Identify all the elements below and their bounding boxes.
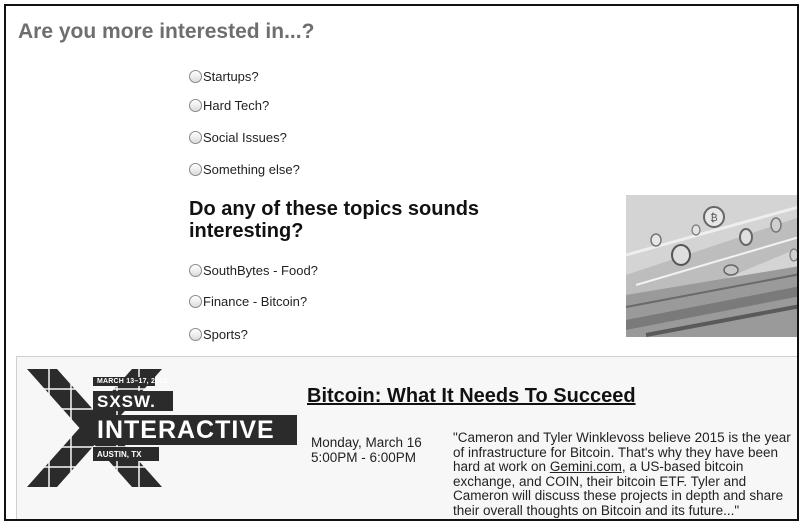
radio-option-southbytes-food[interactable]: SouthBytes - Food? — [189, 260, 318, 280]
option-label: SouthBytes - Food? — [203, 262, 318, 278]
radio-option-startups[interactable]: Startups? — [189, 66, 259, 86]
radio-option-something-else[interactable]: Something else? — [189, 159, 300, 179]
event-date: Monday, March 16 — [311, 435, 422, 450]
logo-location: AUSTIN, TX — [97, 450, 142, 459]
radio-button[interactable] — [189, 130, 202, 144]
radio-button[interactable] — [189, 327, 202, 341]
logo-dates: MARCH 13–17, 2015 — [97, 378, 168, 385]
radio-option-social-issues[interactable]: Social Issues? — [189, 127, 287, 147]
radio-option-finance-bitcoin[interactable]: Finance - Bitcoin? — [189, 291, 307, 311]
logo-product: INTERACTIVE — [97, 416, 275, 444]
question-heading-interests: Are you more interested in...? — [18, 20, 315, 43]
option-label: Social Issues? — [203, 129, 287, 145]
logo-brand: SXSW. — [97, 392, 156, 411]
bitcoin-illustration-graphic: ₿ — [626, 195, 797, 337]
option-label: Hard Tech? — [203, 97, 270, 113]
radio-button[interactable] — [189, 263, 202, 277]
event-title-link[interactable]: Bitcoin: What It Needs To Succeed — [307, 385, 636, 408]
question-heading-topics: Do any of these topics sounds interestin… — [189, 198, 480, 242]
event-time: 5:00PM - 6:00PM — [311, 450, 417, 465]
option-label: Startups? — [203, 68, 259, 84]
event-datetime: Monday, March 16 5:00PM - 6:00PM — [311, 435, 422, 465]
sxsw-interactive-logo: MARCH 13–17, 2015 SXSW. INTERACTIVE AUST… — [27, 369, 297, 487]
event-description: "Cameron and Tyler Winklevoss believe 20… — [453, 430, 797, 518]
survey-page: Are you more interested in...? Startups?… — [4, 4, 799, 521]
radio-option-hard-tech[interactable]: Hard Tech? — [189, 95, 269, 115]
radio-button[interactable] — [189, 69, 202, 83]
radio-option-sports[interactable]: Sports? — [189, 324, 248, 344]
radio-button[interactable] — [189, 98, 202, 112]
radio-button[interactable] — [189, 162, 202, 176]
option-label: Something else? — [203, 161, 300, 177]
option-label: Finance - Bitcoin? — [203, 293, 308, 309]
svg-text:₿: ₿ — [710, 212, 717, 224]
bitcoin-illustration-image: ₿ — [626, 195, 797, 337]
option-label: Sports? — [203, 326, 248, 342]
radio-button[interactable] — [189, 294, 202, 308]
gemini-link[interactable]: Gemini.com — [550, 459, 622, 474]
event-promo: MARCH 13–17, 2015 SXSW. INTERACTIVE AUST… — [16, 356, 797, 519]
